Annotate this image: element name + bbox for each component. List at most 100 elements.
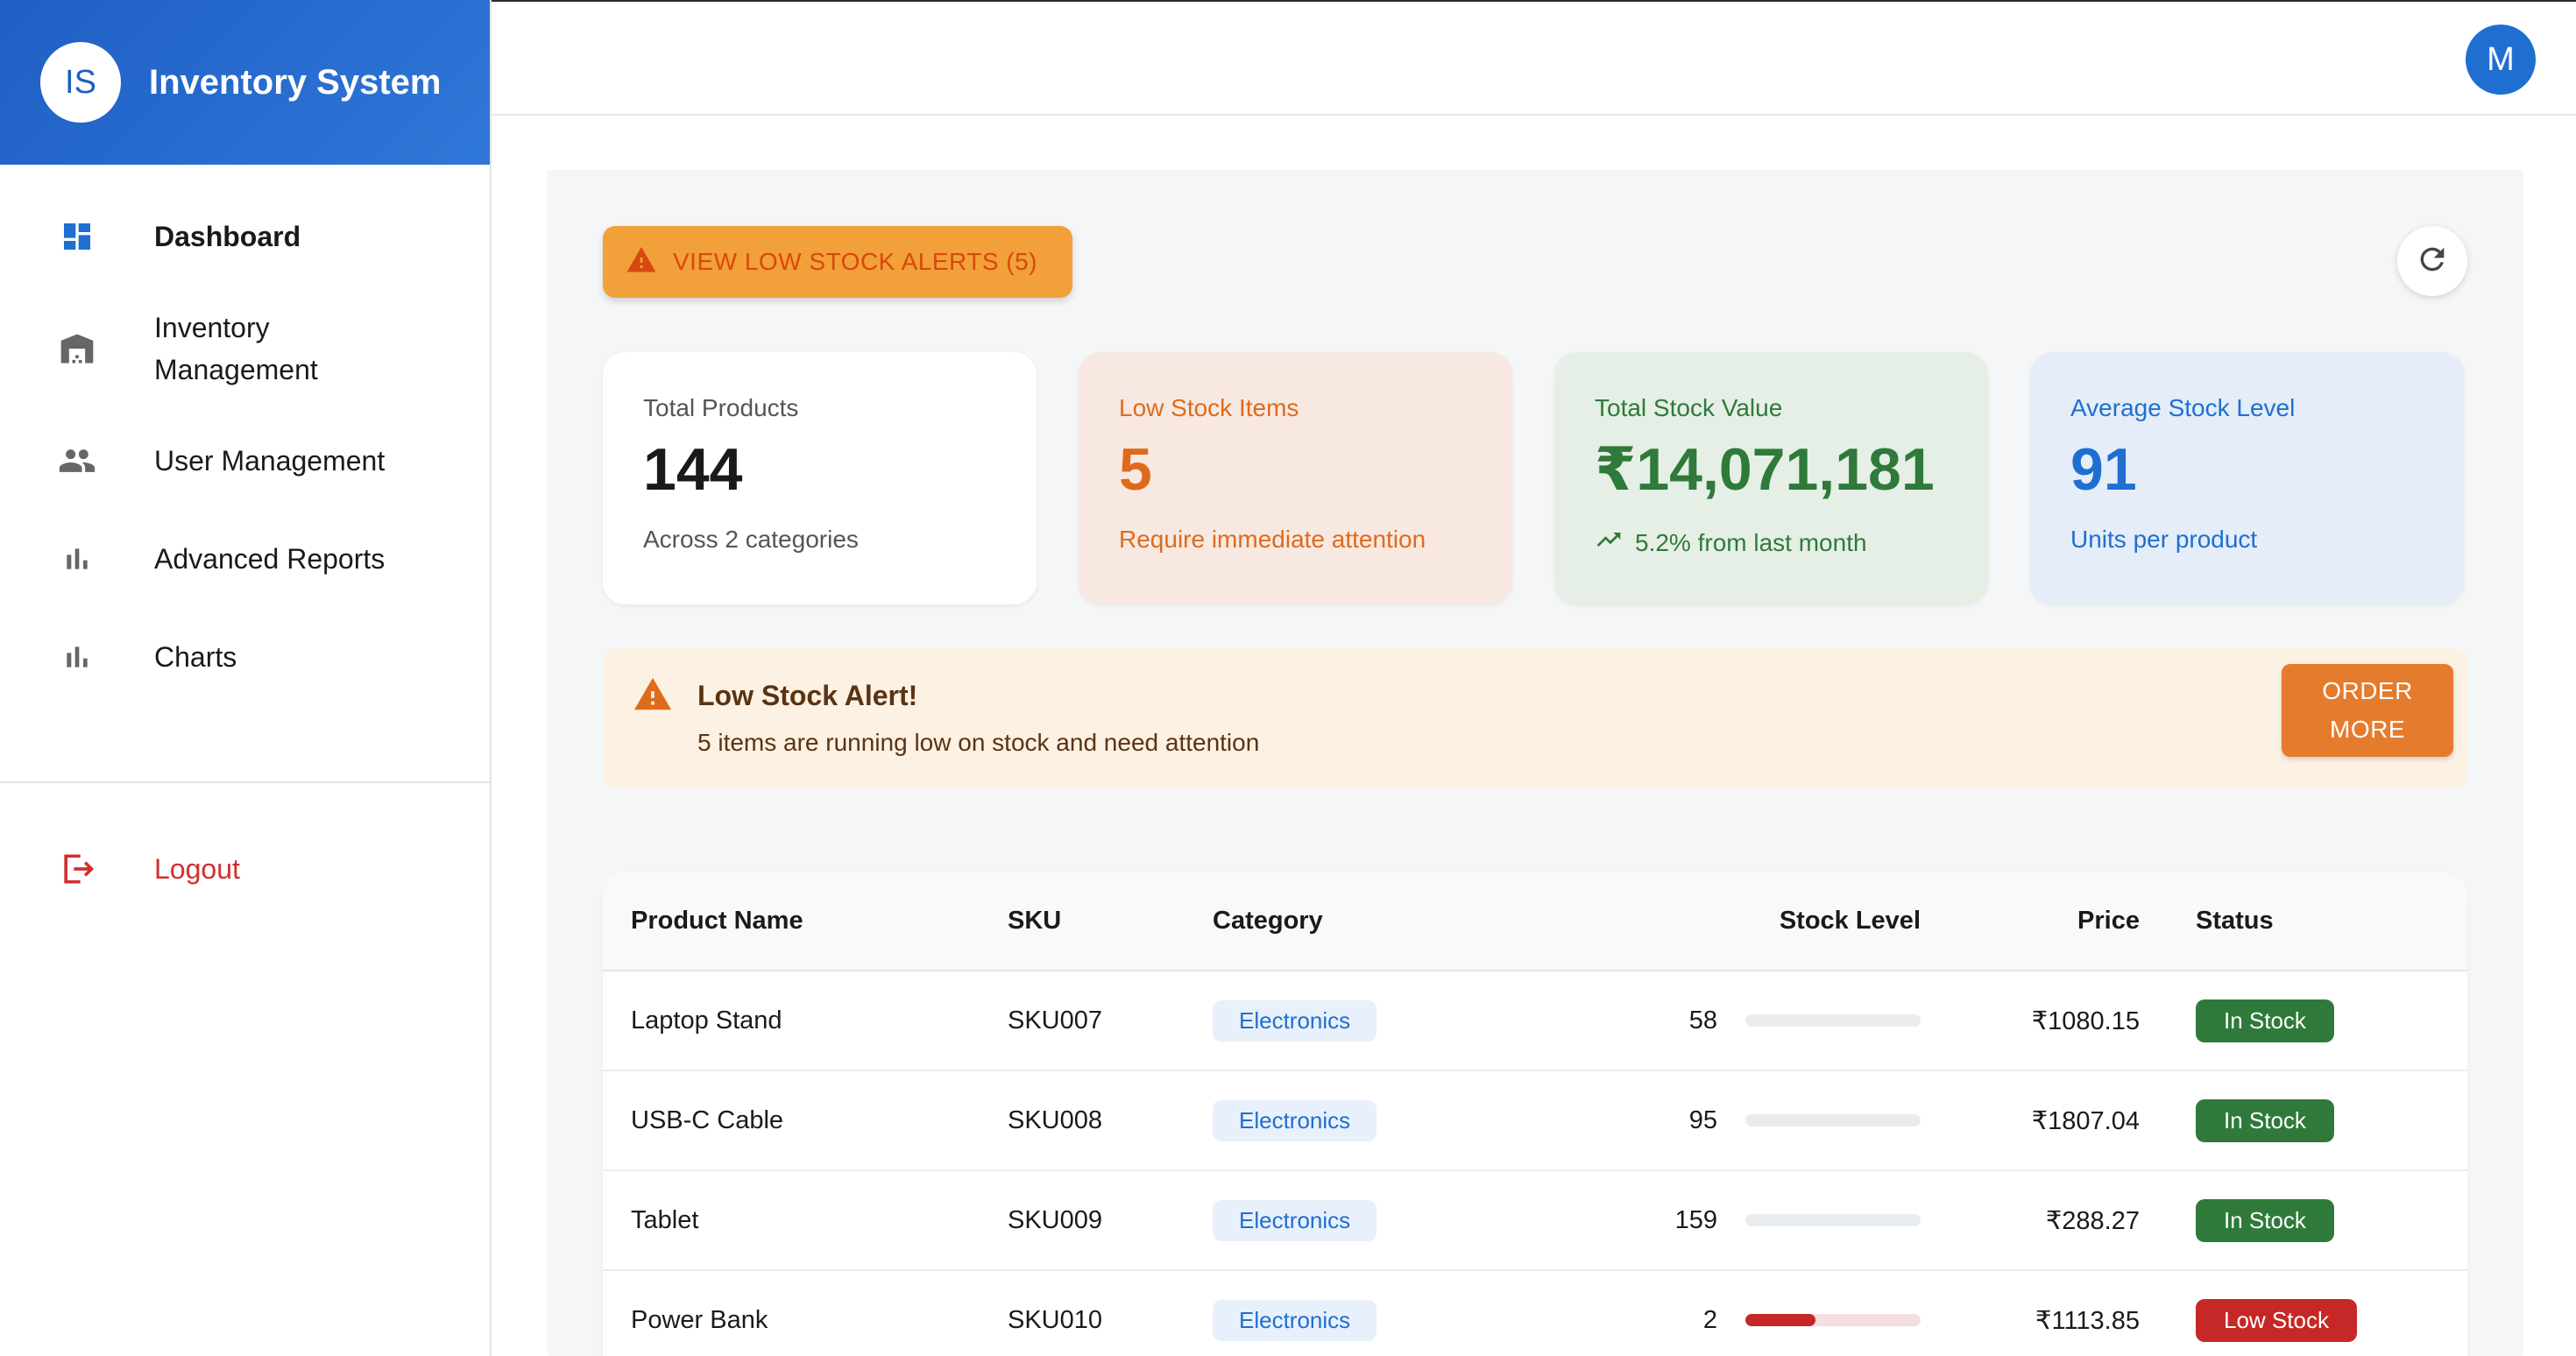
nav-item-dashboard[interactable]: Dashboard — [0, 187, 490, 286]
low-stock-alert-banner: Low Stock Alert! 5 items are running low… — [603, 648, 2467, 788]
product-name: Tablet — [603, 1170, 1008, 1271]
app-title: Inventory System — [149, 62, 442, 102]
card-value: 5 — [1119, 436, 1152, 503]
trending-up-icon — [1595, 526, 1623, 560]
stock-value: 159 — [1674, 1205, 1717, 1234]
order-more-label-line1: ORDER — [2322, 677, 2413, 704]
header-sku[interactable]: SKU — [1008, 872, 1213, 971]
stock-level-bar — [1745, 1014, 1921, 1027]
card-subtitle: Across 2 categories — [643, 526, 996, 554]
low-stock-alerts-label: VIEW LOW STOCK ALERTS (5) — [673, 248, 1037, 275]
view-low-stock-alerts-button[interactable]: VIEW LOW STOCK ALERTS (5) — [603, 226, 1072, 298]
product-sku: SKU008 — [1008, 1070, 1213, 1171]
refresh-icon — [2415, 242, 2450, 281]
card-label: Total Stock Value — [1595, 394, 1783, 421]
nav-item-charts[interactable]: Charts — [0, 608, 490, 706]
header-status[interactable]: Status — [2140, 872, 2467, 971]
table-header-row: Product Name SKU Category Stock Level Pr… — [603, 872, 2467, 971]
stock-level-bar — [1745, 1314, 1921, 1326]
category-chip: Electronics — [1213, 1299, 1377, 1341]
card-value: 144 — [643, 436, 743, 503]
stock-level-fill — [1745, 1314, 1815, 1326]
table-row[interactable]: Power Bank SKU010 Electronics 2 ₹1113.85… — [603, 1270, 2467, 1356]
header-category[interactable]: Category — [1213, 872, 1563, 971]
status-cell: Low Stock — [2140, 1270, 2467, 1356]
banner-title: Low Stock Alert! — [697, 680, 918, 711]
header-price[interactable]: Price — [1921, 872, 2140, 971]
table-row[interactable]: Tablet SKU009 Electronics 159 ₹288.27 In… — [603, 1170, 2467, 1271]
status-badge: In Stock — [2196, 1098, 2334, 1142]
stock-value: 58 — [1688, 1006, 1717, 1035]
nav-label: Advanced Reports — [154, 543, 386, 575]
nav-label: Dashboard — [154, 221, 301, 252]
card-total-stock-value: Total Stock Value ₹14,071,181 5.2% from … — [1554, 352, 1988, 604]
status-cell: In Stock — [2140, 1070, 2467, 1171]
card-subtitle: 5.2% from last month — [1595, 526, 1948, 560]
card-subtitle-text: 5.2% from last month — [1635, 528, 1867, 556]
stock-cell: 2 — [1563, 1270, 1921, 1356]
card-label: Low Stock Items — [1119, 394, 1299, 421]
card-subtitle-text: Require immediate attention — [1119, 526, 1426, 553]
status-cell: In Stock — [2140, 971, 2467, 1071]
stock-cell: 95 — [1563, 1070, 1921, 1171]
card-subtitle-text: Units per product — [2070, 526, 2258, 553]
sidebar: IS Inventory System Dashboard Inventory … — [0, 0, 492, 1356]
status-badge: In Stock — [2196, 1198, 2334, 1242]
category-cell: Electronics — [1213, 1170, 1563, 1271]
card-value: 91 — [2070, 436, 2137, 503]
card-subtitle-text: Across 2 categories — [643, 526, 859, 553]
warning-icon — [633, 674, 673, 719]
card-low-stock-items: Low Stock Items 5 Require immediate atte… — [1079, 352, 1512, 604]
table-row[interactable]: USB-C Cable SKU008 Electronics 95 ₹1807.… — [603, 1070, 2467, 1171]
card-subtitle: Units per product — [2070, 526, 2424, 554]
brand-header: IS Inventory System — [0, 0, 490, 165]
category-cell: Electronics — [1213, 1070, 1563, 1171]
dashboard-icon — [56, 215, 98, 258]
card-value: ₹14,071,181 — [1595, 436, 1935, 503]
product-sku: SKU010 — [1008, 1270, 1213, 1356]
main-nav: Dashboard Inventory Management User Mana… — [0, 165, 490, 706]
product-price: ₹1113.85 — [1921, 1270, 2140, 1356]
order-more-label-line2: MORE — [2330, 716, 2405, 743]
card-subtitle: Require immediate attention — [1119, 526, 1472, 554]
product-sku: SKU007 — [1008, 971, 1213, 1071]
order-more-button[interactable]: ORDER MORE — [2282, 664, 2453, 757]
brand-logo: IS — [40, 42, 121, 123]
product-price: ₹1080.15 — [1921, 971, 2140, 1071]
table-row[interactable]: Laptop Stand SKU007 Electronics 58 ₹1080… — [603, 971, 2467, 1071]
bar-chart-icon — [56, 538, 98, 580]
status-cell: In Stock — [2140, 1170, 2467, 1271]
stock-cell: 159 — [1563, 1170, 1921, 1271]
nav-label: User Management — [154, 445, 386, 477]
nav-item-advanced-reports[interactable]: Advanced Reports — [0, 510, 490, 608]
header-product-name[interactable]: Product Name — [603, 872, 1008, 971]
nav-divider — [0, 781, 490, 783]
header-stock-level[interactable]: Stock Level — [1563, 872, 1921, 971]
top-bar: M — [492, 0, 2576, 116]
refresh-button[interactable] — [2397, 226, 2467, 296]
nav-label: Charts — [154, 641, 237, 673]
products-table: Product Name SKU Category Stock Level Pr… — [603, 872, 2467, 1356]
stock-value: 95 — [1688, 1105, 1717, 1134]
category-chip: Electronics — [1213, 999, 1377, 1042]
nav-item-inventory-management[interactable]: Inventory Management — [0, 286, 490, 412]
product-price: ₹1807.04 — [1921, 1070, 2140, 1171]
product-sku: SKU009 — [1008, 1170, 1213, 1271]
user-avatar[interactable]: M — [2466, 25, 2536, 95]
stock-level-bar — [1745, 1214, 1921, 1226]
logout-button[interactable]: Logout — [0, 820, 490, 918]
warehouse-icon — [56, 328, 98, 370]
logout-icon — [56, 848, 98, 890]
status-badge: Low Stock — [2196, 1298, 2357, 1342]
stock-cell: 58 — [1563, 971, 1921, 1071]
nav-label: Inventory Management — [154, 312, 318, 385]
bar-chart-icon — [56, 636, 98, 678]
product-name: USB-C Cable — [603, 1070, 1008, 1171]
stock-value: 2 — [1702, 1305, 1717, 1334]
product-name: Laptop Stand — [603, 971, 1008, 1071]
logout-section: Logout — [0, 820, 490, 918]
logout-label: Logout — [154, 853, 240, 885]
warning-icon — [626, 244, 657, 280]
nav-item-user-management[interactable]: User Management — [0, 412, 490, 510]
category-chip: Electronics — [1213, 1199, 1377, 1241]
